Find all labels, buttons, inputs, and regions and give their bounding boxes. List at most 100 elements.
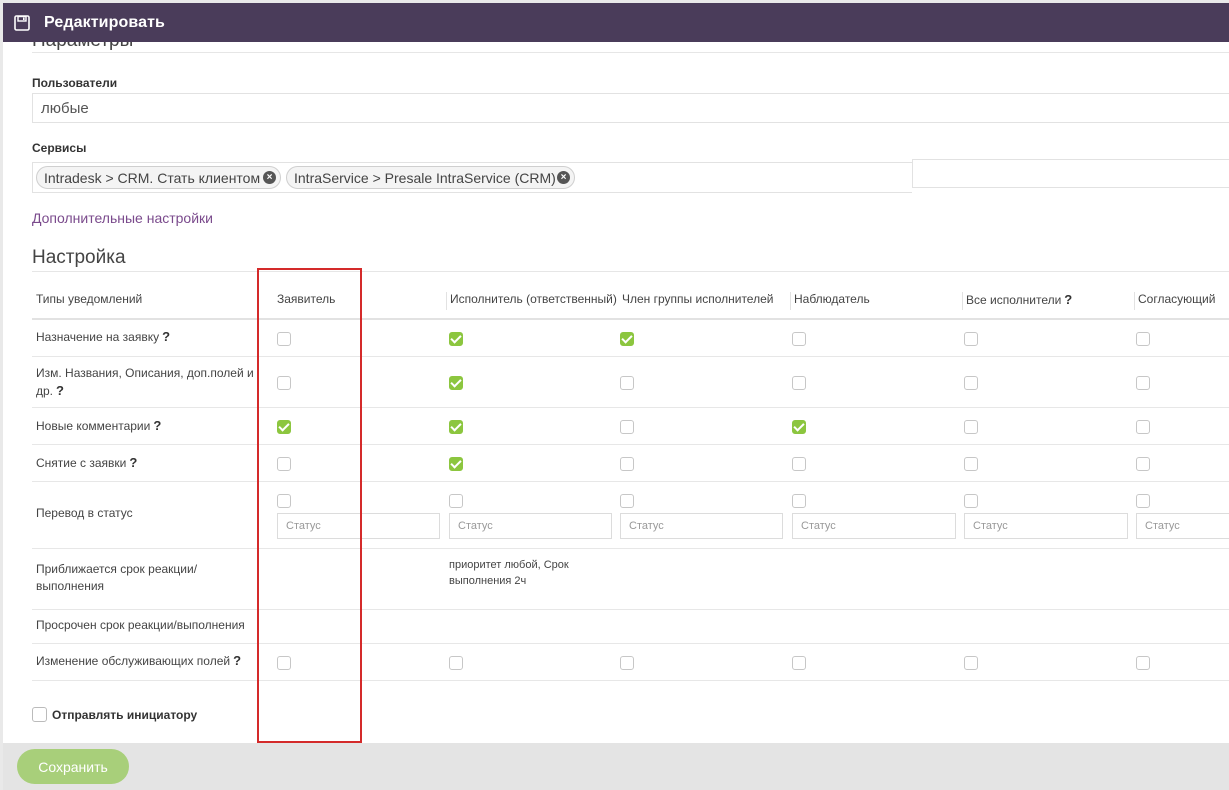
row-divider — [32, 609, 1229, 610]
column-header-all-executors-label: Все исполнители — [966, 293, 1062, 307]
column-header-executor-group: Член группы исполнителей — [622, 292, 774, 306]
table-row-label: Изменение обслуживающих полей? — [36, 652, 258, 670]
row-label-text: Снятие с заявки — [36, 456, 127, 470]
send-initiator-label: Отправлять инициатору — [52, 708, 198, 722]
notification-checkbox[interactable] — [792, 332, 806, 346]
notification-checkbox[interactable] — [964, 332, 978, 346]
column-divider — [1134, 292, 1135, 310]
row-divider — [32, 481, 1229, 482]
table-row-label: Приближается срок реакции/выполнения — [36, 562, 198, 593]
notification-checkbox[interactable] — [449, 332, 463, 346]
column-header-observer: Наблюдатель — [794, 292, 870, 306]
services-field-extension — [912, 159, 1229, 188]
services-label: Сервисы — [32, 141, 87, 155]
status-input[interactable]: Статус — [1136, 513, 1229, 539]
column-header-approver: Согласующий — [1138, 292, 1216, 306]
question-mark-icon[interactable]: ? — [153, 418, 161, 433]
notification-checkbox[interactable] — [620, 420, 634, 434]
row-label-text: Новые комментарии — [36, 419, 151, 433]
notification-checkbox[interactable] — [792, 420, 806, 434]
column-divider — [962, 292, 963, 310]
deadline-info: приоритет любой, Срок выполнения 2ч — [449, 559, 569, 587]
table-row-label: Назначение на заявку? — [36, 328, 258, 346]
question-mark-icon[interactable]: ? — [56, 383, 64, 398]
column-header-all-executors: Все исполнители? — [966, 292, 1072, 307]
service-tag-label: IntraService > Presale IntraService (CRM… — [294, 170, 556, 186]
notification-checkbox[interactable] — [449, 656, 463, 670]
row-divider — [32, 356, 1229, 357]
row-label-text: Назначение на заявку — [36, 330, 160, 344]
row-divider — [32, 680, 1229, 681]
question-mark-icon[interactable]: ? — [162, 329, 170, 344]
service-tag: Intradesk > CRM. Стать клиентом × — [36, 166, 281, 189]
notification-checkbox[interactable] — [620, 656, 634, 670]
status-input[interactable]: Статус — [964, 513, 1128, 539]
row-divider — [32, 548, 1229, 549]
notification-checkbox[interactable] — [1136, 457, 1150, 471]
row-label-text: Изменение обслуживающих полей — [36, 654, 231, 668]
table-row-label: Новые комментарии? — [36, 417, 258, 435]
notification-checkbox[interactable] — [792, 457, 806, 471]
column-header-executor: Исполнитель (ответственный) — [450, 292, 617, 306]
status-input[interactable]: Статус — [792, 513, 956, 539]
notification-checkbox[interactable] — [1136, 420, 1150, 434]
circle-x-icon[interactable]: × — [557, 171, 570, 184]
divider — [32, 52, 1229, 53]
notification-checkbox[interactable] — [792, 656, 806, 670]
notification-checkbox[interactable] — [620, 494, 634, 508]
notification-checkbox[interactable] — [449, 457, 463, 471]
highlight-box — [257, 268, 362, 743]
column-divider — [446, 292, 447, 310]
notification-checkbox[interactable] — [964, 376, 978, 390]
notification-checkbox[interactable] — [964, 494, 978, 508]
notification-checkbox[interactable] — [964, 420, 978, 434]
notification-checkbox[interactable] — [620, 457, 634, 471]
settings-section-title: Настройка — [32, 247, 126, 268]
notification-checkbox[interactable] — [620, 376, 634, 390]
status-input[interactable]: Статус — [620, 513, 783, 539]
params-section-title: Параметры — [32, 42, 133, 52]
table-row-label: Перевод в статус — [36, 506, 133, 520]
circle-x-icon[interactable]: × — [263, 171, 276, 184]
row-label-text: Изм. Названия, Описания, доп.полей и др. — [36, 366, 254, 398]
table-row-label: Просрочен срок реакции/выполнения — [36, 618, 245, 632]
notification-checkbox[interactable] — [964, 457, 978, 471]
send-initiator-checkbox[interactable] — [32, 707, 47, 722]
row-divider — [32, 643, 1229, 644]
column-divider — [790, 292, 791, 310]
save-button[interactable]: Сохранить — [17, 749, 129, 784]
notification-checkbox[interactable] — [620, 332, 634, 346]
service-tag-label: Intradesk > CRM. Стать клиентом — [44, 170, 261, 186]
table-header-divider — [32, 318, 1229, 320]
divider — [32, 271, 1229, 272]
title-bar: Редактировать — [3, 3, 1229, 42]
row-divider — [32, 407, 1229, 408]
notification-checkbox[interactable] — [964, 656, 978, 670]
status-input[interactable]: Статус — [449, 513, 612, 539]
edit-form: Параметры Пользователи любые Сервисы Int… — [3, 42, 1229, 743]
notification-checkbox[interactable] — [1136, 494, 1150, 508]
notification-checkbox[interactable] — [449, 494, 463, 508]
column-header-types: Типы уведомлений — [36, 292, 143, 306]
question-mark-icon[interactable]: ? — [129, 455, 137, 470]
users-label: Пользователи — [32, 76, 118, 90]
notification-checkbox[interactable] — [792, 494, 806, 508]
table-row-label: Изм. Названия, Описания, доп.полей и др.… — [36, 365, 258, 400]
floppy-disk-icon — [14, 14, 30, 31]
notification-checkbox[interactable] — [1136, 332, 1150, 346]
services-field[interactable]: Intradesk > CRM. Стать клиентом × IntraS… — [32, 162, 912, 193]
table-row-label: Снятие с заявки? — [36, 454, 258, 472]
question-mark-icon[interactable]: ? — [233, 653, 241, 668]
service-tag: IntraService > Presale IntraService (CRM… — [286, 166, 575, 189]
window-title: Редактировать — [44, 13, 165, 31]
row-divider — [32, 444, 1229, 445]
notification-checkbox[interactable] — [1136, 376, 1150, 390]
extra-settings-link[interactable]: Дополнительные настройки — [32, 210, 213, 226]
users-field[interactable]: любые — [32, 93, 1229, 123]
notification-checkbox[interactable] — [449, 420, 463, 434]
notification-checkbox[interactable] — [449, 376, 463, 390]
question-mark-icon[interactable]: ? — [1064, 292, 1072, 307]
footer-bar: Сохранить — [3, 743, 1229, 790]
notification-checkbox[interactable] — [1136, 656, 1150, 670]
notification-checkbox[interactable] — [792, 376, 806, 390]
